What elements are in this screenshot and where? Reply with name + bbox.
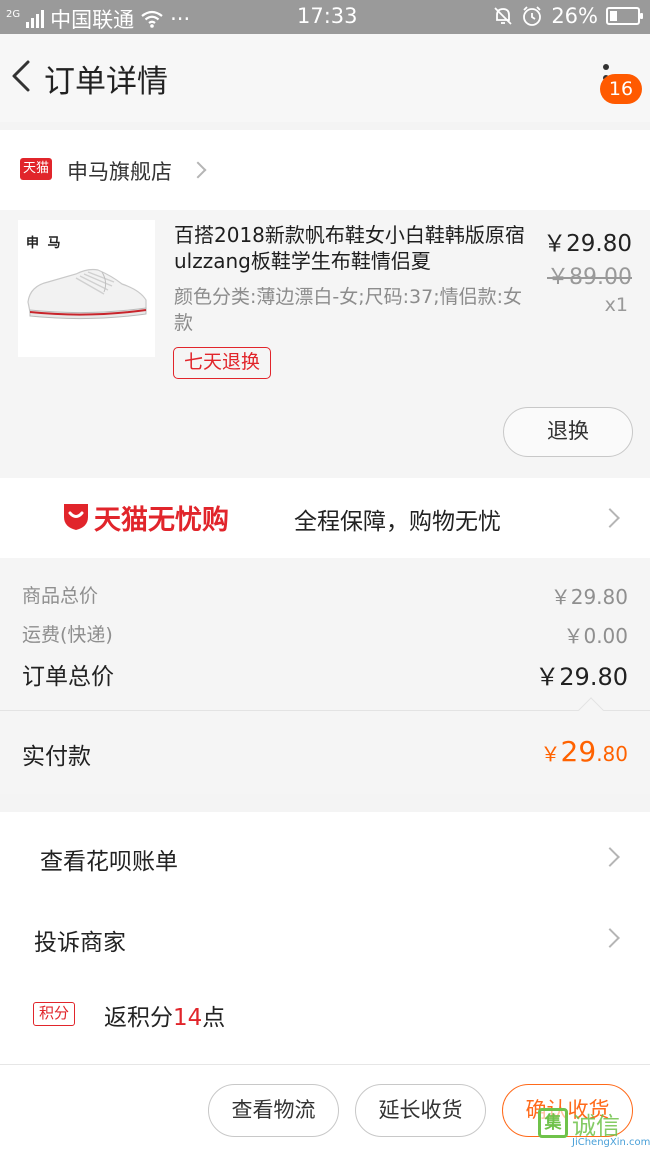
alarm-icon — [523, 6, 542, 26]
complain-merchant-label[interactable]: 投诉商家 — [34, 923, 126, 957]
status-bar: 2G 中国联通 ··· 17:33 26% — [0, 0, 650, 34]
price-summary: 商品总价 ￥29.80 运费(快递) ￥0.00 订单总价 ￥29.80 — [0, 558, 650, 710]
order-actions-list: 查看花呗账单 投诉商家 积分 返积分14点 — [0, 812, 650, 1064]
shipping-row: 运费(快递) ￥0.00 — [22, 620, 628, 649]
points-prefix: 返积分 — [104, 1005, 173, 1031]
worry-free-title: 天猫无忧购 — [94, 505, 229, 536]
wifi-icon — [141, 10, 163, 28]
watermark-url: JiChengXin.com — [572, 1137, 650, 1148]
points-reward-row: 积分 返积分14点 — [0, 974, 650, 1054]
mute-bell-icon — [494, 7, 512, 25]
order-detail-screen: 2G 中国联通 ··· 17:33 26% 订单详情 16 天猫 申马旗舰店 申… — [0, 0, 650, 1155]
complain-merchant-row[interactable]: 投诉商家 — [0, 897, 650, 977]
page-title: 订单详情 — [44, 64, 168, 100]
product-price: ￥29.80 — [543, 231, 632, 257]
shield-icon — [64, 504, 88, 530]
watermark-logo: 集 — [538, 1108, 568, 1138]
goods-total-value: ￥29.80 — [550, 585, 628, 609]
battery-level — [610, 11, 617, 21]
product-thumbnail[interactable]: 申 马 — [18, 220, 155, 357]
product-original-price: ￥89.00 — [547, 265, 632, 290]
points-number: 14 — [173, 1005, 203, 1031]
network-type: 2G — [6, 9, 21, 20]
product-name[interactable]: 百搭2018新款帆布鞋女小白鞋韩版原宿ulzzang板鞋学生布鞋情侣夏 — [174, 222, 534, 274]
back-arrow-icon[interactable] — [8, 54, 38, 98]
product-item[interactable]: 申 马 百搭2018新款帆布鞋女小白鞋韩版原宿ulzzang板鞋学生布鞋情侣夏 … — [0, 210, 650, 478]
worry-free-subtitle: 全程保障，购物无忧 — [294, 509, 501, 535]
order-total-row: 订单总价 ￥29.80 — [22, 657, 628, 692]
order-total-value: ￥29.80 — [535, 663, 628, 691]
product-quantity: x1 — [604, 294, 628, 316]
sneaker-image — [27, 268, 147, 320]
view-logistics-button[interactable]: 查看物流 — [208, 1084, 339, 1137]
worry-free-shopping-row[interactable]: 天猫无忧购 全程保障，购物无忧 — [0, 478, 650, 558]
refund-button[interactable]: 退换 — [503, 407, 633, 457]
chevron-right-icon — [600, 847, 620, 867]
goods-total-label: 商品总价 — [22, 585, 99, 607]
clock: 17:33 — [297, 4, 358, 28]
more-notifications-icon: ··· — [170, 7, 191, 31]
extend-receipt-button[interactable]: 延长收货 — [355, 1084, 486, 1137]
store-row[interactable]: 天猫 申马旗舰店 — [0, 130, 650, 210]
paid-decimal: .80 — [596, 742, 628, 766]
seven-day-return-tag: 七天退换 — [173, 347, 271, 379]
tmall-logo-icon: 天猫 — [20, 158, 52, 180]
points-tag: 积分 — [33, 1002, 75, 1026]
actual-payment-row: 实付款 ￥29.80 — [0, 697, 650, 794]
actual-payment-label: 实付款 — [22, 744, 91, 770]
goods-total-row: 商品总价 ￥29.80 — [22, 581, 628, 610]
product-attributes: 颜色分类:薄边漂白-女;尺码:37;情侣款:女款 — [174, 286, 523, 334]
view-huabei-bill-row[interactable]: 查看花呗账单 — [0, 816, 650, 896]
paid-currency: ￥ — [540, 742, 561, 766]
top-nav-bar: 订单详情 16 — [0, 34, 650, 122]
battery-percent: 26% — [551, 4, 598, 28]
paid-integer: 29 — [560, 735, 597, 768]
store-name[interactable]: 申马旗舰店 — [67, 156, 172, 186]
chevron-right-icon — [600, 928, 620, 948]
view-huabei-bill-label[interactable]: 查看花呗账单 — [40, 842, 178, 876]
watermark-text: 诚信 — [572, 1112, 620, 1140]
order-total-label: 订单总价 — [22, 664, 114, 690]
signal-icon — [26, 10, 45, 28]
battery-icon — [606, 7, 643, 25]
points-reward-text: 返积分14点 — [104, 998, 225, 1032]
site-watermark: 集 诚信 JiChengXin.com — [532, 1102, 650, 1152]
shipping-label: 运费(快递) — [22, 624, 113, 646]
message-count-badge[interactable]: 16 — [600, 74, 642, 104]
carrier-name: 中国联通 — [50, 8, 135, 32]
chevron-right-icon — [600, 508, 620, 528]
actual-payment-value: ￥29.80 — [541, 735, 628, 768]
shipping-value: ￥0.00 — [563, 624, 628, 648]
points-suffix: 点 — [202, 1005, 226, 1031]
chevron-right-icon — [189, 161, 207, 179]
